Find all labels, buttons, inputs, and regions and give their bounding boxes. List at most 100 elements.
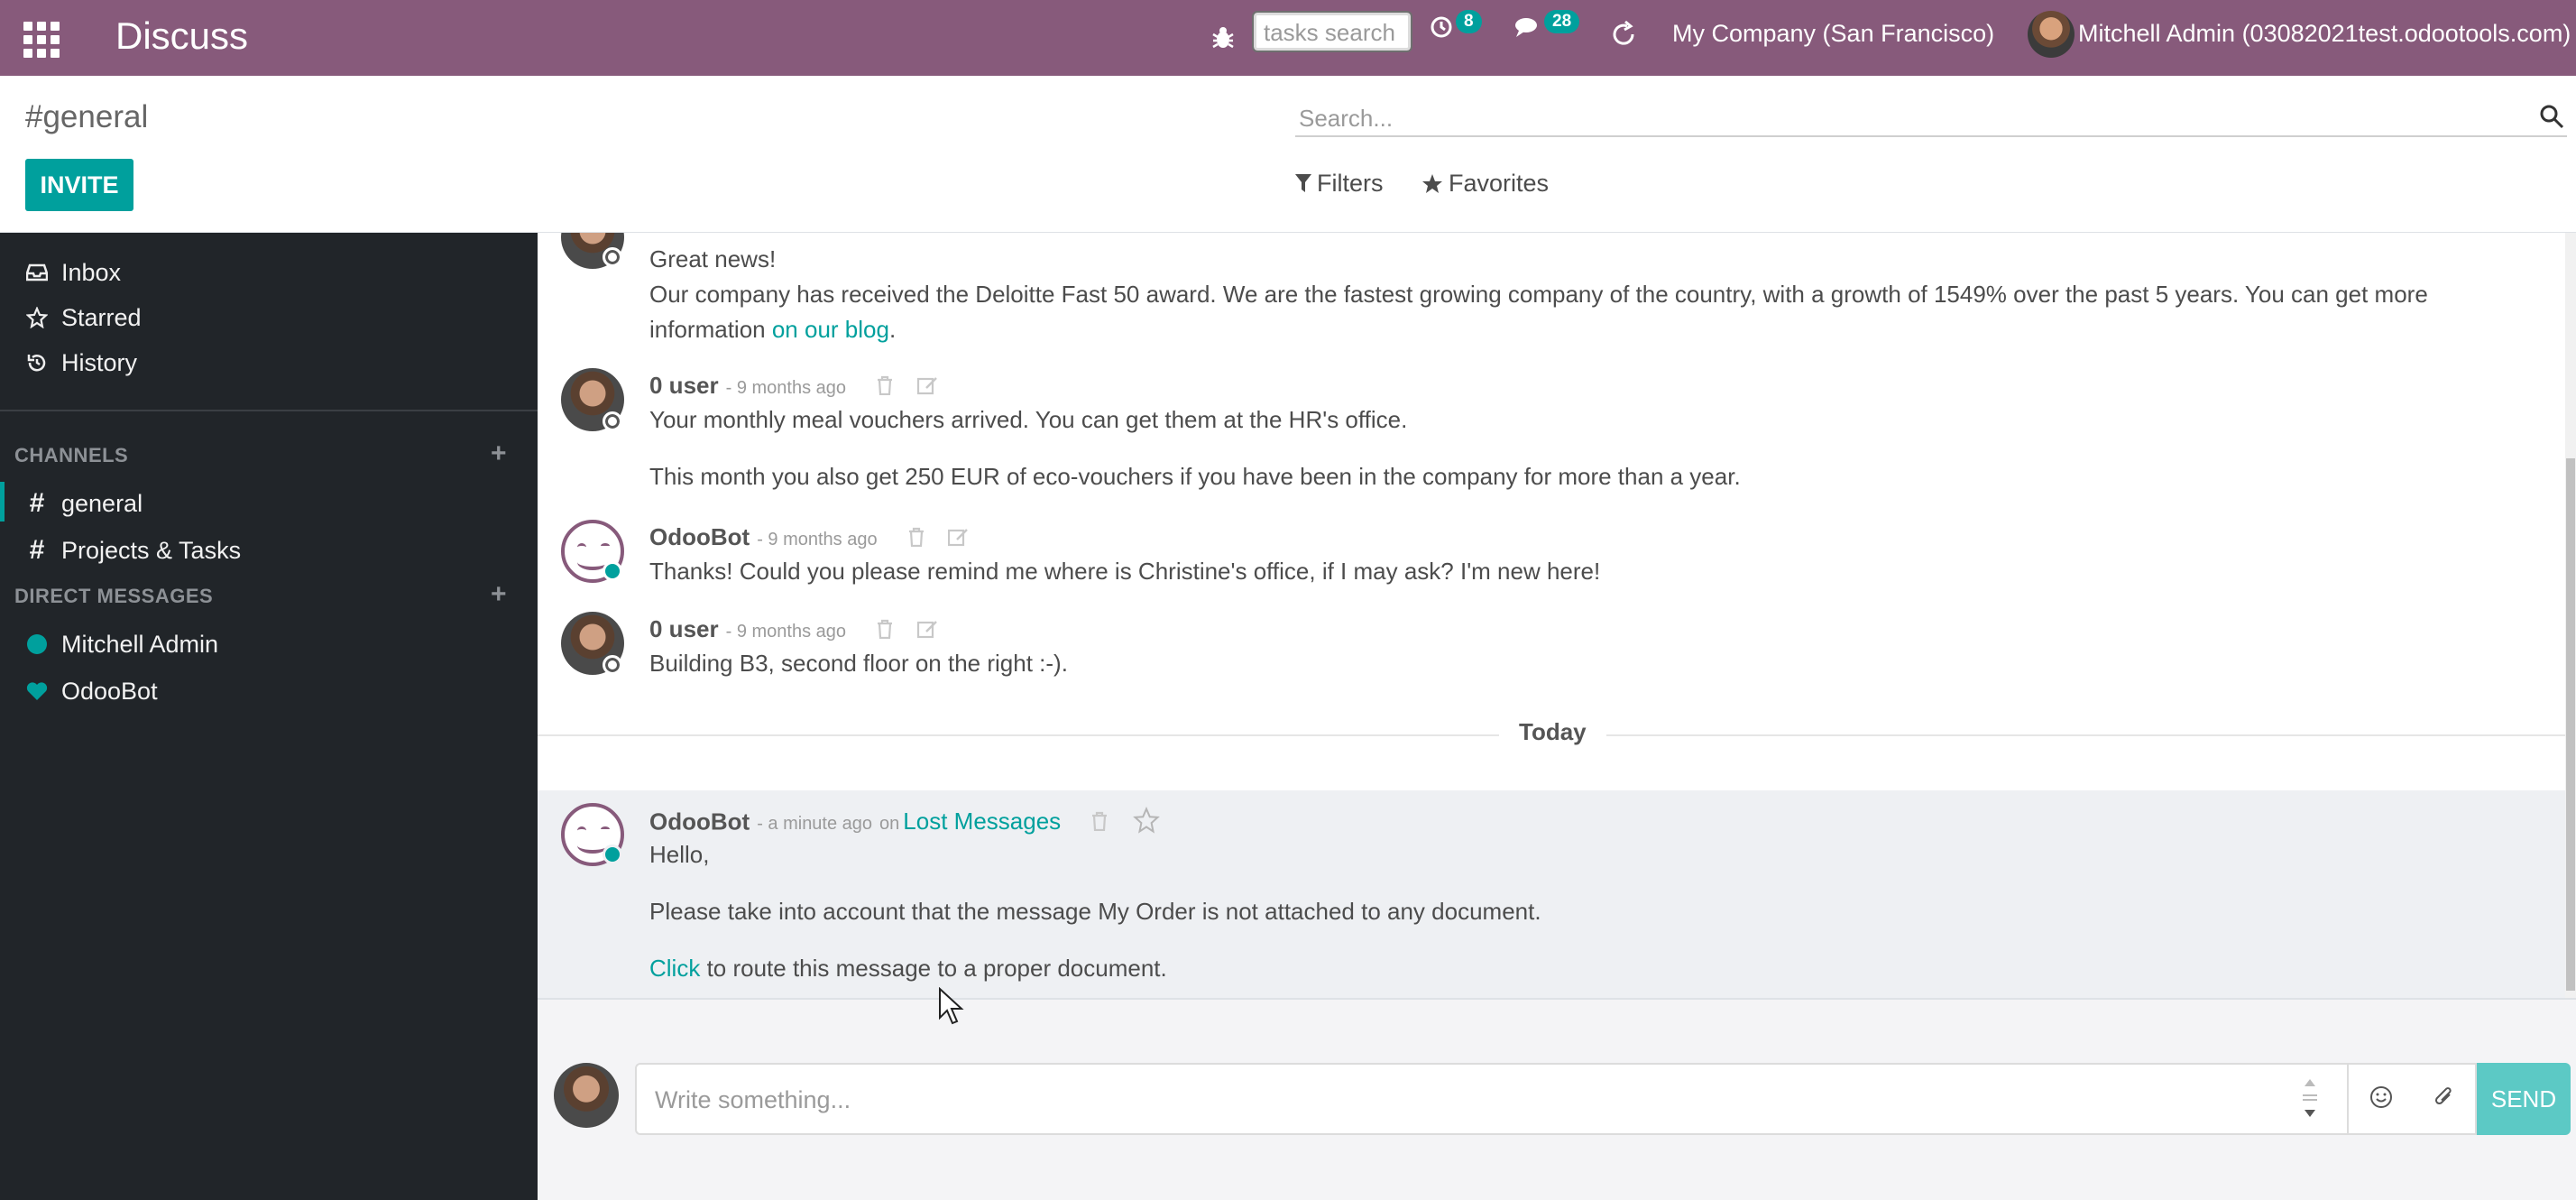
message-line: Please take into account that the messag… (649, 898, 1541, 925)
sidebar-item-inbox[interactable]: Inbox (25, 254, 121, 291)
trash-icon[interactable] (876, 374, 894, 402)
message-text: to route this message to a proper docume… (700, 955, 1167, 982)
message-line: Hello, (649, 841, 710, 868)
message-on-label: on (879, 814, 900, 835)
resize-handle-icon[interactable] (2300, 1075, 2320, 1121)
paperclip-icon[interactable] (2433, 1085, 2455, 1113)
hash-icon: # (29, 535, 45, 565)
tasks-search-input[interactable]: tasks search (1252, 11, 1412, 52)
refresh-icon[interactable] (1609, 20, 1638, 49)
online-status-icon (603, 845, 622, 864)
composer-tools (2349, 1063, 2477, 1135)
message-thread[interactable]: Great news! Our company has received the… (538, 233, 2565, 998)
chat-icon (1515, 18, 1537, 37)
debug-bug-icon[interactable] (1207, 0, 1239, 76)
star-icon[interactable] (1132, 806, 1161, 840)
sidebar-item-label: Starred (61, 303, 142, 331)
scrollbar-thumb[interactable] (2566, 458, 2575, 991)
sidebar-item-mitchell-admin[interactable]: Mitchell Admin (25, 626, 218, 662)
sidebar-item-label: general (61, 489, 143, 517)
user-avatar[interactable] (2028, 11, 2075, 58)
sidebar-item-general[interactable]: # general (25, 485, 143, 522)
message-header: 0 user - 9 months ago (649, 615, 939, 645)
message-author[interactable]: 0 user (649, 372, 719, 399)
message-origin-link[interactable]: Lost Messages (903, 808, 1061, 835)
favorites-button[interactable]: Favorites (1421, 170, 1549, 198)
clock-icon (1431, 16, 1452, 38)
message-composer: Write something... SEND (538, 998, 2576, 1200)
edit-icon[interactable] (947, 525, 970, 553)
user-menu[interactable]: Mitchell Admin (03082021test.odootools.c… (2078, 20, 2571, 48)
invite-button[interactable]: INVITE (25, 159, 133, 211)
sidebar-item-projects-tasks[interactable]: # Projects & Tasks (25, 532, 241, 568)
history-icon (25, 351, 49, 374)
filters-button[interactable]: Filters (1295, 170, 1384, 198)
sidebar-item-label: Projects & Tasks (61, 536, 242, 564)
date-separator-label: Today (1499, 718, 1606, 746)
add-channel-icon[interactable]: + (491, 438, 507, 469)
message-text: information (649, 316, 772, 343)
current-user-avatar (554, 1063, 619, 1128)
message-line: information on our blog. (649, 316, 896, 344)
thread-scrollbar[interactable] (2565, 233, 2576, 998)
top-navbar: Discuss tasks search 8 28 My Company (Sa… (0, 0, 2576, 76)
mouse-cursor-icon (939, 987, 964, 1025)
route-message-link[interactable]: Click (649, 955, 700, 982)
message-line: Building B3, second floor on the right :… (649, 650, 1068, 677)
emoji-icon[interactable] (2369, 1085, 2393, 1113)
offline-status-icon (603, 411, 622, 431)
message-line: Thanks! Could you please remind me where… (649, 558, 1601, 585)
sidebar-item-odoobot[interactable]: OdooBot (25, 673, 158, 709)
company-switcher[interactable]: My Company (San Francisco) (1672, 20, 1994, 48)
online-dot-icon (25, 632, 49, 656)
message-line: Our company has received the Deloitte Fa… (649, 281, 2428, 308)
sidebar-item-label: History (61, 348, 138, 376)
hash-icon: # (29, 488, 45, 518)
activity-button[interactable]: 8 (1429, 10, 1482, 40)
message-date: - a minute ago (757, 814, 873, 835)
active-channel-indicator (0, 482, 5, 522)
message-line: Your monthly meal vouchers arrived. You … (649, 406, 1408, 433)
message-line: This month you also get 250 EUR of eco-v… (649, 463, 1741, 490)
page-title: #general (25, 99, 149, 134)
favorites-label: Favorites (1449, 170, 1550, 197)
search-icon[interactable] (2538, 103, 2565, 130)
control-panel: #general INVITE Search... Filters Favori… (0, 76, 2576, 233)
trash-icon[interactable] (907, 525, 925, 553)
blog-link[interactable]: on our blog (772, 316, 889, 343)
message-header: OdooBot - 9 months ago (649, 523, 970, 553)
message-date: - 9 months ago (757, 530, 878, 549)
sidebar-item-label: OdooBot (61, 677, 158, 705)
app-title: Discuss (115, 14, 249, 57)
edit-icon[interactable] (916, 374, 939, 402)
message-author[interactable]: OdooBot (649, 808, 750, 835)
trash-icon[interactable] (876, 617, 894, 645)
trash-icon[interactable] (1090, 809, 1109, 837)
message-line: Great news! (649, 245, 777, 272)
discuss-sidebar: Inbox Starred History CHANNELS + # gener… (0, 233, 538, 1200)
direct-messages-header[interactable]: DIRECT MESSAGES (14, 585, 213, 608)
message-author[interactable]: 0 user (649, 615, 719, 642)
apps-menu-icon[interactable] (23, 22, 60, 58)
message-header: OdooBot - a minute ago on Lost Messages (649, 806, 1161, 840)
message-header: 0 user - 9 months ago (649, 372, 939, 402)
sidebar-item-label: Inbox (61, 258, 122, 286)
messaging-button[interactable]: 28 (1513, 10, 1580, 40)
messages-count-badge: 28 (1544, 10, 1580, 33)
offline-status-icon (603, 247, 622, 267)
channels-header[interactable]: CHANNELS (14, 444, 128, 467)
sidebar-divider (0, 410, 538, 411)
edit-icon[interactable] (916, 617, 939, 645)
star-icon (1422, 173, 1442, 193)
message-author[interactable]: OdooBot (649, 523, 750, 550)
search-input[interactable]: Search... (1295, 96, 2567, 137)
offline-status-icon (603, 655, 622, 675)
message-date: - 9 months ago (725, 378, 847, 398)
add-direct-message-icon[interactable]: + (491, 579, 507, 610)
heart-icon (25, 679, 49, 703)
send-button[interactable]: SEND (2477, 1063, 2571, 1135)
sidebar-item-starred[interactable]: Starred (25, 300, 142, 336)
sidebar-item-history[interactable]: History (25, 345, 137, 381)
message-input[interactable]: Write something... (635, 1063, 2349, 1135)
message-line: Click to route this message to a proper … (649, 955, 1167, 983)
